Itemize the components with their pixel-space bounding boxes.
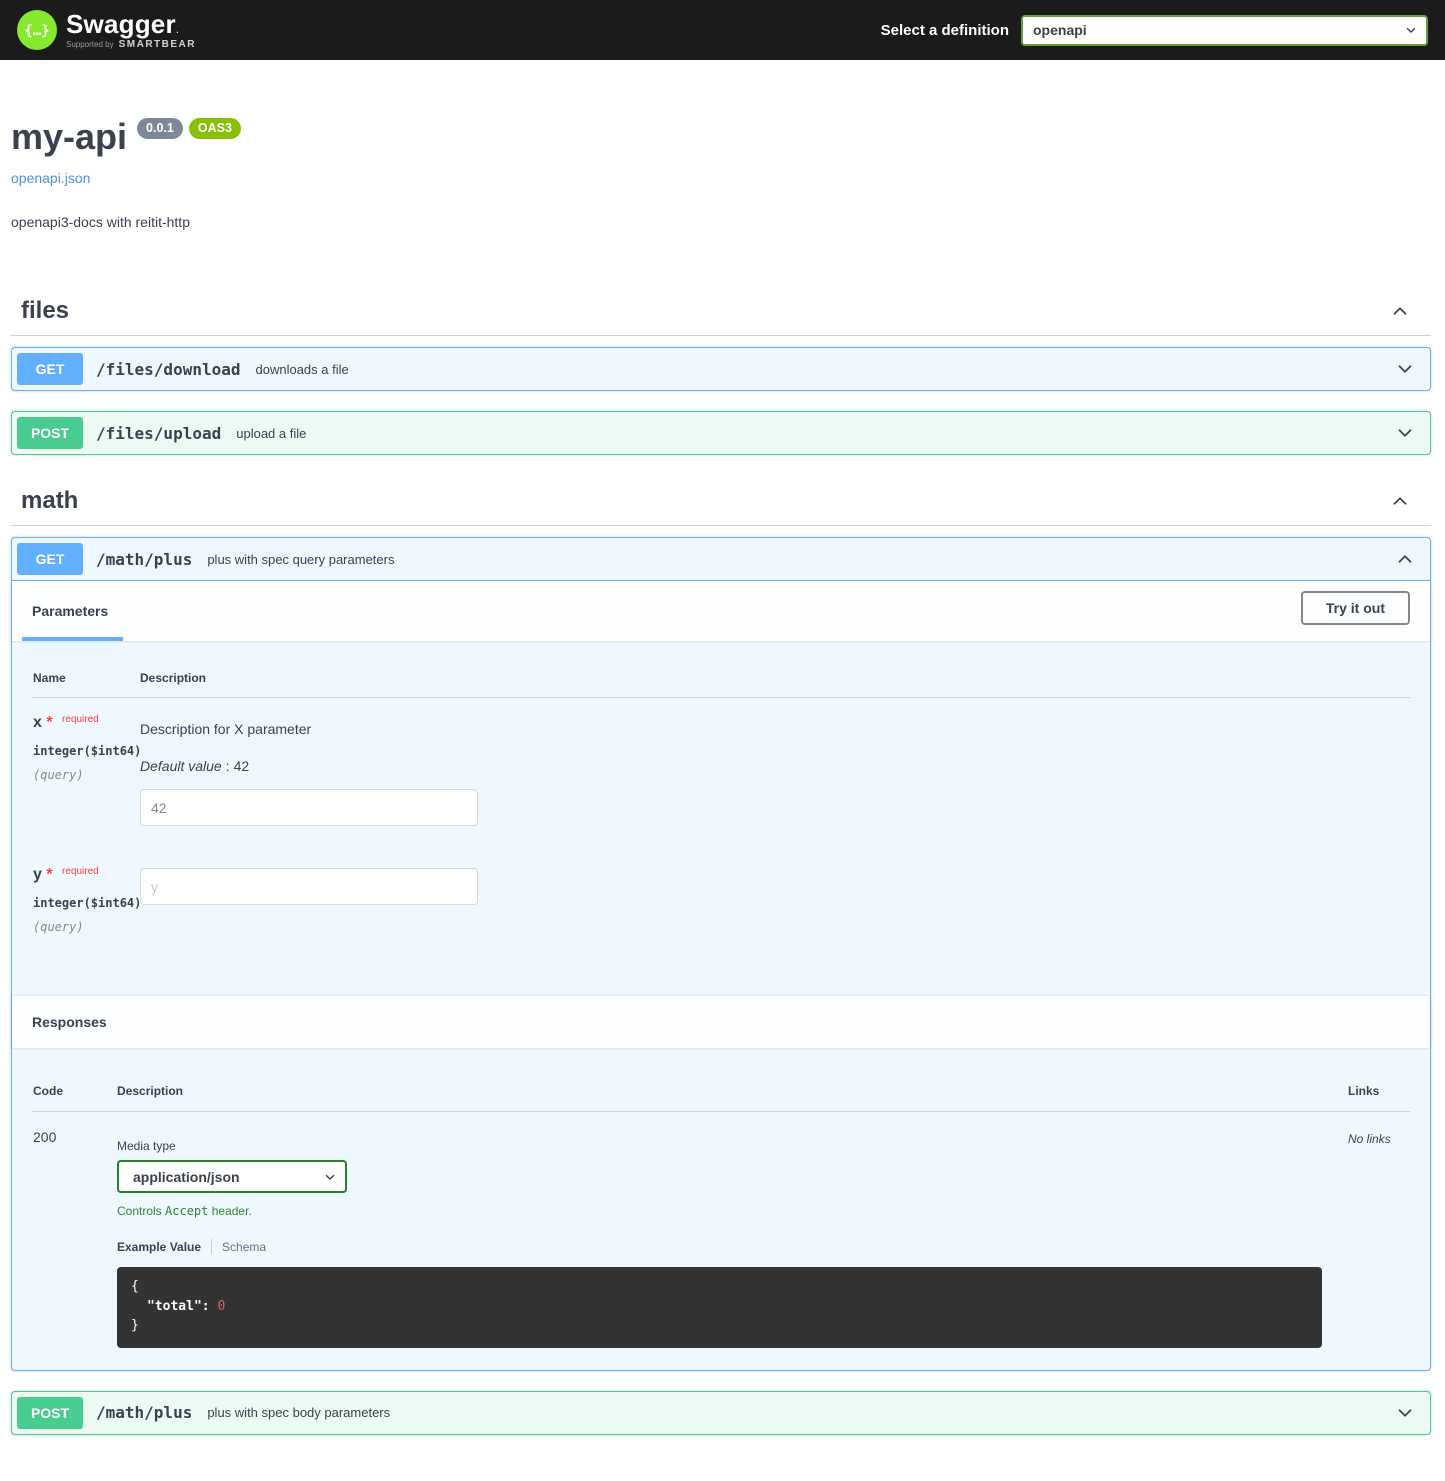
param-location: (query) [33,920,140,934]
required-star: * [46,866,52,883]
tag-title-math: math [21,487,78,515]
swagger-logo-icon: {…} [17,10,57,50]
response-row-200: 200 Media type application/json [32,1112,1410,1348]
opblock-get-math-plus: GET /math/plus plus with spec query para… [11,537,1431,1371]
chevron-up-icon[interactable] [1389,490,1411,512]
op-path: /math/plus [96,550,192,569]
code-open-brace: { [131,1277,1308,1297]
responses-table: Code Description Links 200 Media type ap… [12,1048,1430,1370]
chevron-up-icon[interactable] [1394,548,1416,570]
spec-link[interactable]: openapi.json [11,170,90,186]
param-name-y: y [33,866,42,883]
code-close-brace: } [131,1316,1308,1336]
media-type-select-wrap: application/json [117,1160,347,1193]
method-badge-get: GET [17,353,83,385]
accept-code: Accept [165,1204,208,1218]
opblock-summary-math-plus-get[interactable]: GET /math/plus plus with spec query para… [12,538,1430,581]
chevron-down-icon[interactable] [1394,1402,1416,1424]
svg-text:{…}: {…} [24,23,49,39]
opblock-post-files-upload: POST /files/upload upload a file [11,411,1431,455]
brand-name: Swagger [66,9,176,39]
parameters-tab-underline [22,637,123,641]
op-path: /files/download [96,360,241,379]
accept-header-note: Controls Accept header. [117,1204,1348,1218]
param-description-x: Description for X parameter [140,721,1410,737]
api-description: openapi3-docs with reitit-http [11,214,1431,230]
chevron-down-icon[interactable] [1394,422,1416,444]
op-path: /math/plus [96,1403,192,1422]
param-input-y[interactable] [140,868,478,905]
op-summary-description: downloads a file [256,362,349,377]
required-label: required [62,714,99,725]
tab-parameters[interactable]: Parameters [32,597,108,619]
tag-title-files: files [21,297,69,325]
select-definition-label: Select a definition [881,22,1009,39]
param-type: integer($int64) [33,744,140,758]
param-type: integer($int64) [33,896,140,910]
default-value: 42 [234,758,250,774]
topbar: {…} Swagger. Supported by SMARTBEAR Sele… [0,0,1445,60]
parameters-table: Name Description x * required integer($i… [12,641,1430,996]
param-row-x: x * required integer($int64) (query) Des… [32,698,1410,826]
tag-header-files[interactable]: files [11,287,1431,336]
try-it-out-button[interactable]: Try it out [1301,591,1410,625]
opblock-summary-files-upload[interactable]: POST /files/upload upload a file [12,412,1430,454]
method-badge-post: POST [17,1397,83,1429]
response-code: 200 [33,1129,117,1348]
op-summary-description: plus with spec query parameters [207,552,394,567]
supported-by-label: Supported by [66,41,114,49]
opblock-post-math-plus: POST /math/plus plus with spec body para… [11,1391,1431,1435]
page-title: my-api [11,116,127,158]
example-value-code-block: { "total": 0 } [117,1267,1322,1348]
links-header: Links [1348,1084,1410,1098]
tab-example-value[interactable]: Example Value [117,1240,201,1254]
method-badge-post: POST [17,417,83,449]
definition-select[interactable]: openapi [1021,15,1428,46]
swagger-brand: {…} Swagger. Supported by SMARTBEAR [17,10,196,50]
opblock-summary-files-download[interactable]: GET /files/download downloads a file [12,348,1430,390]
tab-schema[interactable]: Schema [222,1240,266,1254]
code-number-value: 0 [217,1299,225,1314]
required-label: required [62,866,99,877]
chevron-up-icon[interactable] [1389,300,1411,322]
media-type-select[interactable]: application/json [117,1160,347,1193]
param-name-header: Name [33,671,140,685]
param-row-y: y * required integer($int64) (query) [32,850,1410,934]
responses-header: Responses [12,996,1430,1048]
response-description-header: Description [117,1084,1348,1098]
param-name-x: x [33,714,42,731]
code-key-total: "total": [147,1299,210,1314]
required-star: * [46,714,52,731]
default-value-label: Default value [140,758,222,774]
version-badge: 0.0.1 [137,118,183,139]
opblock-body: Parameters Try it out Name Description x… [12,581,1430,1370]
method-badge-get: GET [17,543,83,575]
smartbear-label: SMARTBEAR [119,40,196,50]
definition-select-wrap: openapi [1021,15,1428,46]
chevron-down-icon[interactable] [1394,358,1416,380]
opblock-get-files-download: GET /files/download downloads a file [11,347,1431,391]
opblock-summary-math-plus-post[interactable]: POST /math/plus plus with spec body para… [12,1392,1430,1434]
parameters-header: Parameters Try it out [12,581,1430,641]
brand-trademark: . [176,24,179,36]
oas3-badge: OAS3 [189,118,241,139]
param-location: (query) [33,768,140,782]
tab-separator [211,1239,212,1254]
param-description-header: Description [140,671,1410,685]
default-value-separator: : [226,758,230,774]
responses-title: Responses [32,1014,107,1030]
api-info: my-api 0.0.1 OAS3 openapi.json openapi3-… [11,116,1431,230]
op-path: /files/upload [96,424,221,443]
no-links-label: No links [1348,1129,1410,1348]
code-header: Code [33,1084,117,1098]
op-summary-description: plus with spec body parameters [207,1405,390,1420]
op-summary-description: upload a file [236,426,306,441]
param-input-x[interactable] [140,789,478,826]
media-type-label: Media type [117,1139,1348,1153]
tag-header-math[interactable]: math [11,477,1431,526]
